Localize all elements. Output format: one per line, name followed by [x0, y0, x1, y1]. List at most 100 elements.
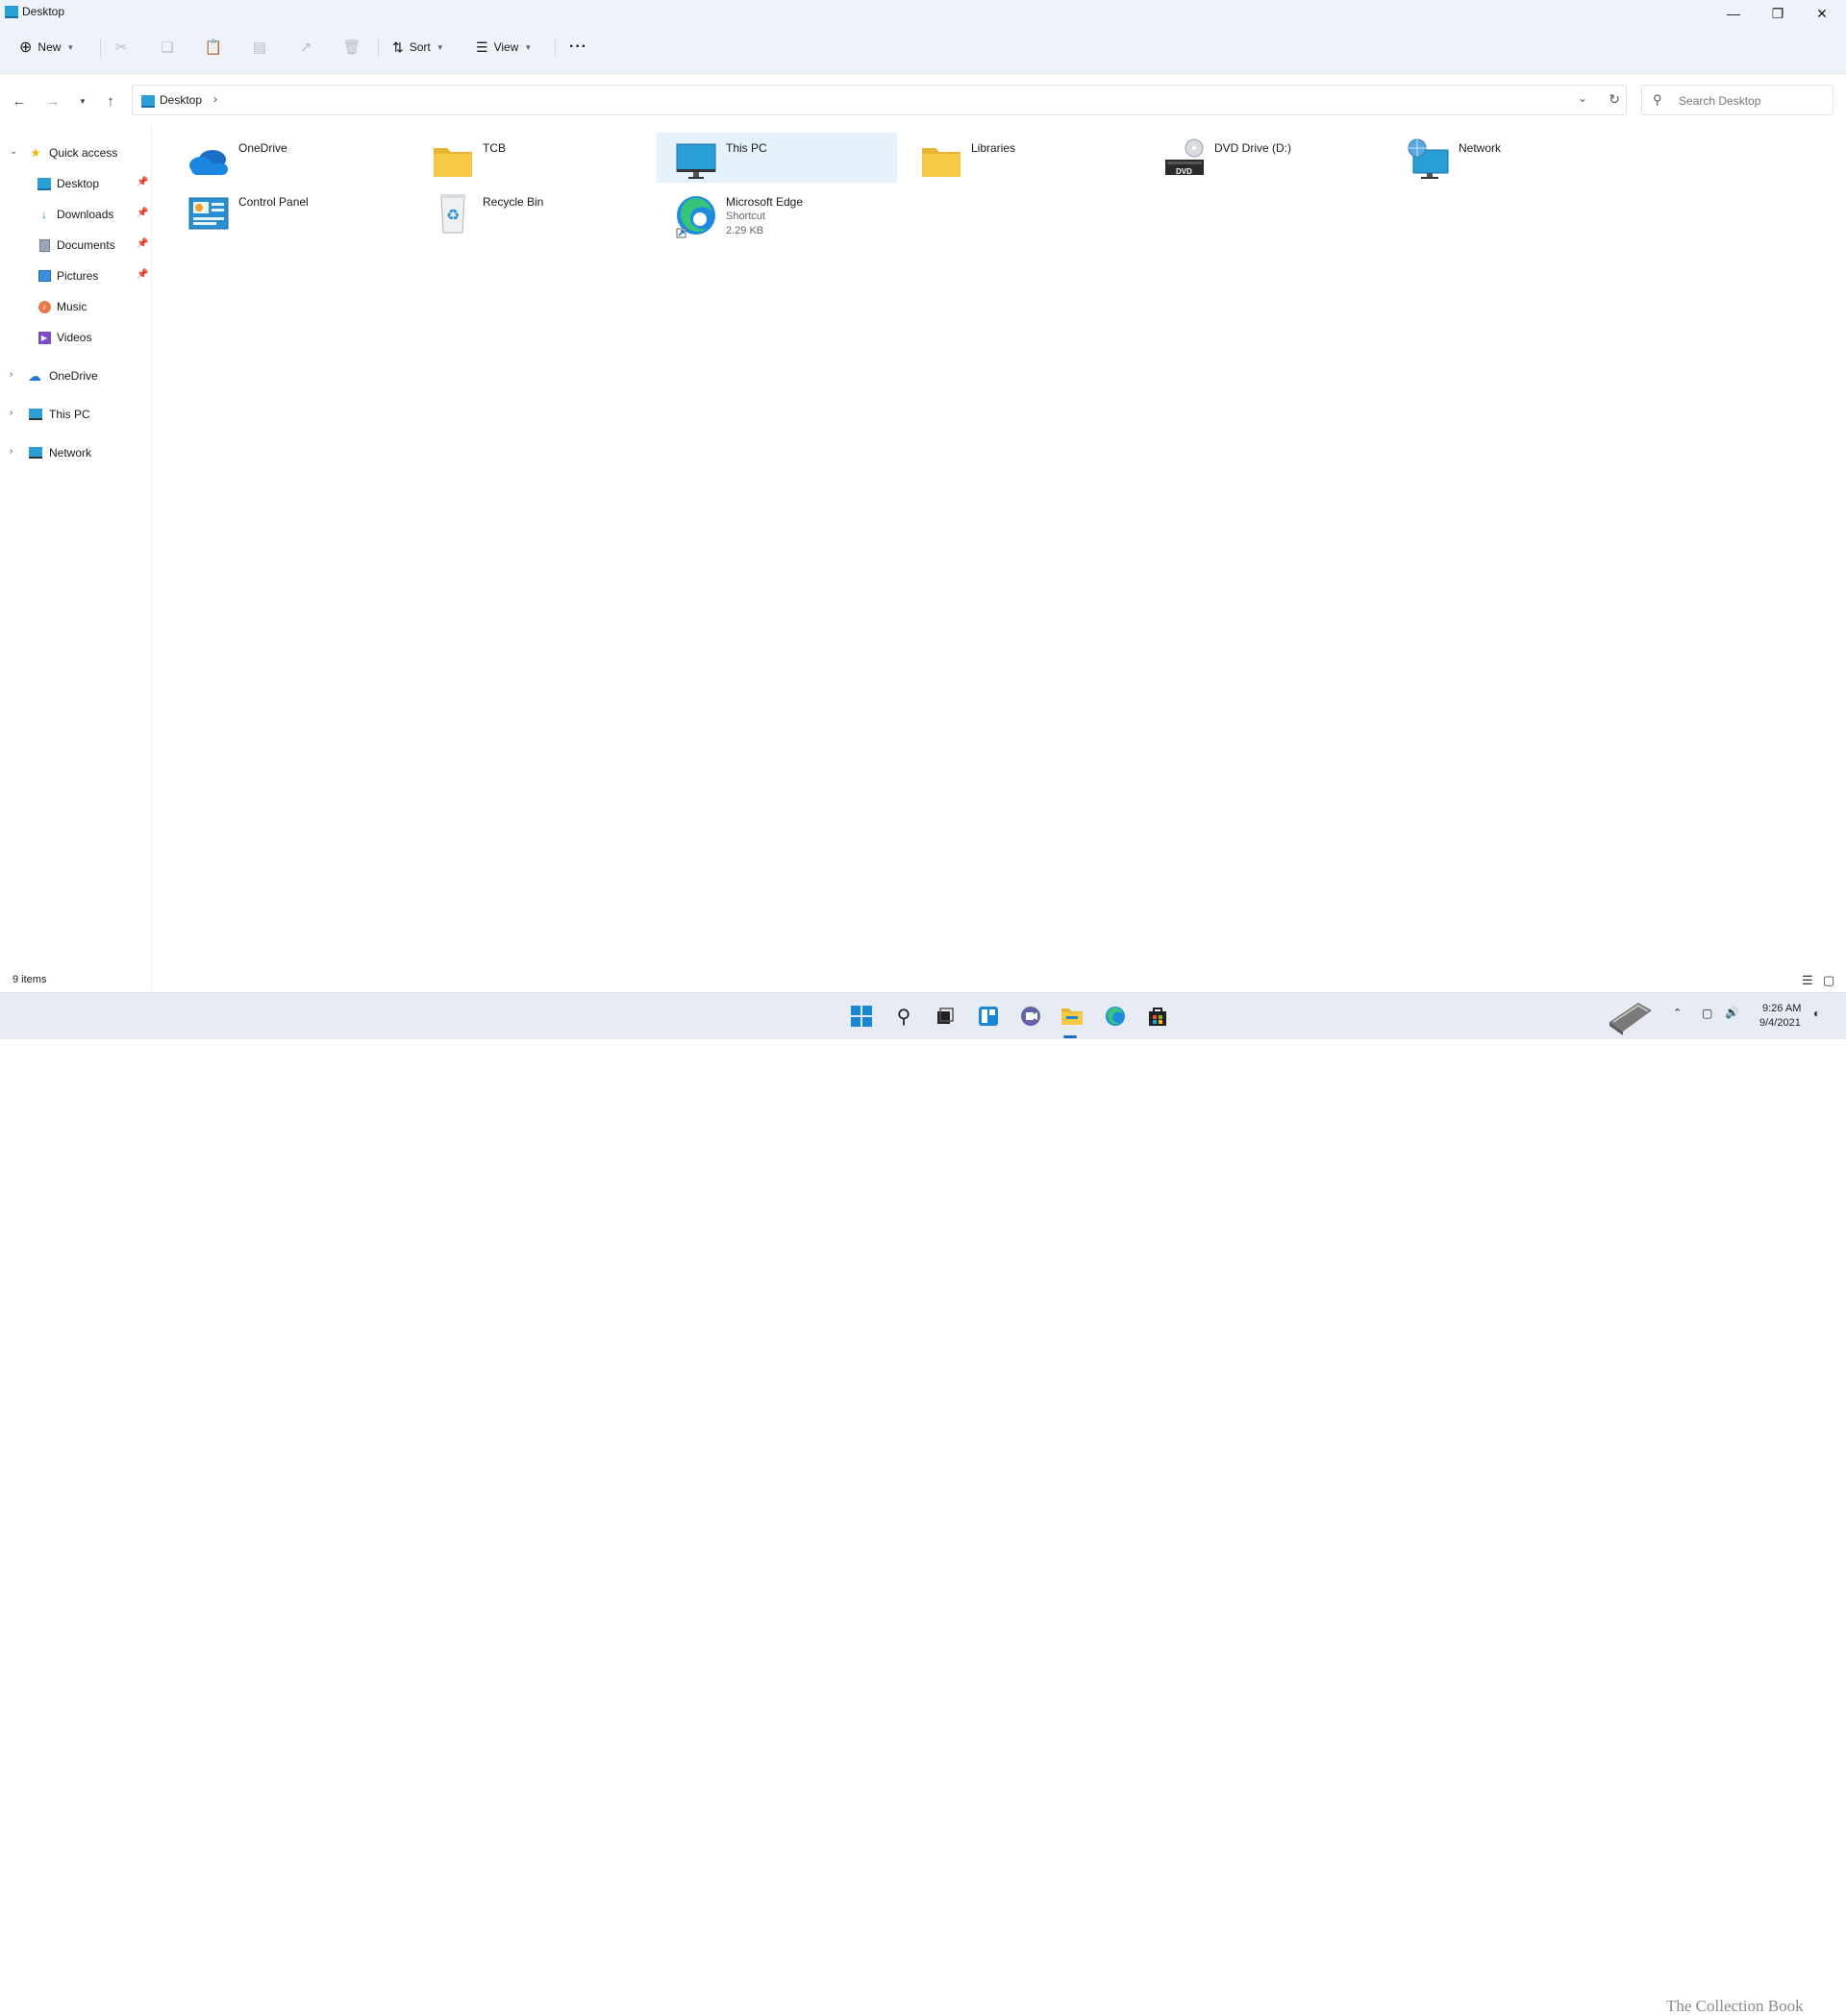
chevron-down-icon[interactable]: ⌄: [10, 146, 17, 157]
delete-icon[interactable]: 🗑: [341, 37, 362, 58]
share-icon[interactable]: ↗: [295, 37, 316, 58]
breadcrumb-separator[interactable]: ›: [213, 92, 217, 106]
desktop-folder-icon: [141, 95, 155, 108]
network-icon: [29, 446, 42, 460]
chevron-up-icon[interactable]: ⌃: [1673, 1007, 1682, 1019]
paste-icon[interactable]: 📋: [203, 37, 224, 58]
chevron-down-icon: ▼: [436, 42, 444, 52]
view-button[interactable]: ☰ View ▼: [476, 35, 532, 60]
chevron-down-icon[interactable]: ⌄: [1578, 91, 1587, 105]
sidebar-item-quick-access[interactable]: ⌄ ★ Quick access: [0, 141, 151, 164]
pin-icon: 📌: [137, 208, 149, 218]
new-button[interactable]: ⊕ New ▼: [19, 35, 74, 60]
sidebar-item-videos[interactable]: ▶ Videos: [0, 326, 151, 349]
list-item-microsoft-edge[interactable]: Microsoft Edge Shortcut 2.29 KB: [657, 187, 897, 246]
sidebar-item-music[interactable]: ♪ Music: [0, 295, 151, 318]
start-icon[interactable]: [847, 1002, 876, 1031]
list-item-control-panel[interactable]: Control Panel: [169, 187, 410, 236]
sidebar-item-desktop[interactable]: Desktop 📌: [0, 172, 151, 195]
copy-icon[interactable]: ❏: [157, 37, 178, 58]
forward-button[interactable]: →: [41, 89, 64, 112]
search-input[interactable]: [1679, 94, 1823, 108]
sidebar-item-pictures[interactable]: Pictures 📌: [0, 264, 151, 287]
task-view-icon[interactable]: [931, 1002, 960, 1031]
address-bar[interactable]: Desktop › ⌄ ↻: [132, 85, 1627, 115]
rename-icon[interactable]: ▤: [249, 37, 270, 58]
list-item-network[interactable]: Network: [1389, 133, 1630, 183]
refresh-icon[interactable]: ↻: [1609, 91, 1620, 108]
search-icon[interactable]: ⚲: [889, 1002, 918, 1031]
file-explorer-icon[interactable]: [1058, 1002, 1086, 1031]
sidebar-item-onedrive[interactable]: › ☁ OneDrive: [0, 364, 151, 387]
display-icon[interactable]: ▢: [1702, 1007, 1712, 1020]
list-item-onedrive[interactable]: OneDrive: [169, 133, 410, 183]
chevron-down-icon: ▼: [524, 42, 533, 52]
list-item-dvd-drive[interactable]: DVD DVD Drive (D:): [1145, 133, 1385, 183]
this-pc-icon: [29, 408, 42, 421]
more-options-button[interactable]: ···: [569, 35, 587, 60]
control-panel-icon: [188, 197, 229, 230]
desktop-folder-icon: [5, 6, 18, 18]
sort-button[interactable]: ⇅ Sort ▼: [392, 35, 444, 60]
up-button[interactable]: ↑: [99, 89, 122, 112]
list-item-tcb[interactable]: TCB: [413, 133, 654, 183]
details-view-icon[interactable]: ☰: [1802, 973, 1813, 988]
documents-icon: [37, 238, 51, 252]
list-item-recycle-bin[interactable]: ♻ Recycle Bin: [413, 187, 654, 236]
clock-date[interactable]: 9/4/2021: [1759, 1017, 1801, 1029]
widgets-icon[interactable]: [974, 1002, 1003, 1031]
sidebar-item-network[interactable]: › Network: [0, 441, 151, 464]
separator: [378, 38, 379, 58]
edge-icon: [676, 196, 715, 238]
chevron-down-icon: ▼: [66, 42, 75, 52]
desktop-icon: [37, 177, 51, 190]
list-item-this-pc[interactable]: This PC: [657, 133, 897, 183]
clock-time[interactable]: 9:26 AM: [1762, 1003, 1801, 1014]
sidebar-item-downloads[interactable]: ↓ Downloads 📌: [0, 203, 151, 226]
chevron-right-icon[interactable]: ›: [10, 446, 12, 457]
search-box[interactable]: ⚲: [1641, 85, 1834, 115]
plus-circle-icon: ⊕: [19, 39, 33, 56]
star-icon: ★: [30, 146, 41, 160]
chevron-right-icon[interactable]: ›: [10, 408, 12, 418]
videos-icon: ▶: [37, 331, 51, 344]
monitor-icon: [676, 143, 716, 179]
file-list: OneDrive TCB This PC Libraries DVD DVD D…: [152, 126, 1846, 972]
taskbar: ⚲ The Collection Book ⌃ ▢ 🔊 9:26 AM 9/4/…: [0, 992, 1846, 2015]
window-title: Desktop: [22, 5, 65, 18]
sidebar-item-documents[interactable]: Documents 📌: [0, 234, 151, 257]
sort-icon: ⇅: [392, 38, 404, 55]
pictures-icon: [37, 269, 51, 283]
onedrive-cloud-icon: [189, 150, 228, 175]
pin-icon: 📌: [137, 177, 149, 187]
edge-icon[interactable]: [1101, 1002, 1130, 1031]
back-button[interactable]: ←: [8, 89, 31, 112]
notifications-icon[interactable]: ◐: [1813, 1007, 1820, 1020]
view-layout-icon: ☰: [476, 38, 488, 55]
navigation-pane: ⌄ ★ Quick access Desktop 📌 ↓ Downloads 📌…: [0, 126, 152, 989]
folder-icon: [434, 148, 472, 177]
chat-icon[interactable]: [1016, 1002, 1045, 1031]
title-bar: Desktop — ❐ ✕: [0, 0, 1846, 23]
recent-locations-button[interactable]: ▼: [71, 89, 94, 112]
tiles-view-icon[interactable]: ▢: [1823, 973, 1834, 988]
watermark-text: The Collection Book: [1666, 1997, 1804, 2015]
folder-icon: [922, 148, 960, 177]
cut-icon[interactable]: ✂: [111, 37, 132, 58]
item-type: Shortcut: [726, 211, 765, 222]
volume-icon[interactable]: 🔊: [1725, 1006, 1739, 1019]
status-item-count: 9 items: [12, 974, 47, 985]
watermark-book-icon: [1604, 993, 1658, 1039]
svg-text:♻: ♻: [446, 206, 460, 224]
chevron-right-icon[interactable]: ›: [10, 369, 12, 380]
network-globe-icon: [1408, 138, 1449, 179]
command-bar: ⊕ New ▼ ✂ ❏ 📋 ▤ ↗ 🗑 ⇅ Sort ▼ ☰ View ▼ ··…: [0, 23, 1846, 74]
breadcrumb-desktop[interactable]: Desktop: [160, 93, 202, 107]
list-item-libraries[interactable]: Libraries: [902, 133, 1142, 183]
music-icon: ♪: [37, 300, 51, 313]
item-size: 2.29 KB: [726, 225, 764, 236]
sidebar-item-this-pc[interactable]: › This PC: [0, 403, 151, 426]
navigation-bar: ← → ▼ ↑ Desktop › ⌄ ↻ ⚲: [0, 74, 1846, 126]
separator: [100, 38, 101, 58]
store-icon[interactable]: [1143, 1002, 1172, 1031]
